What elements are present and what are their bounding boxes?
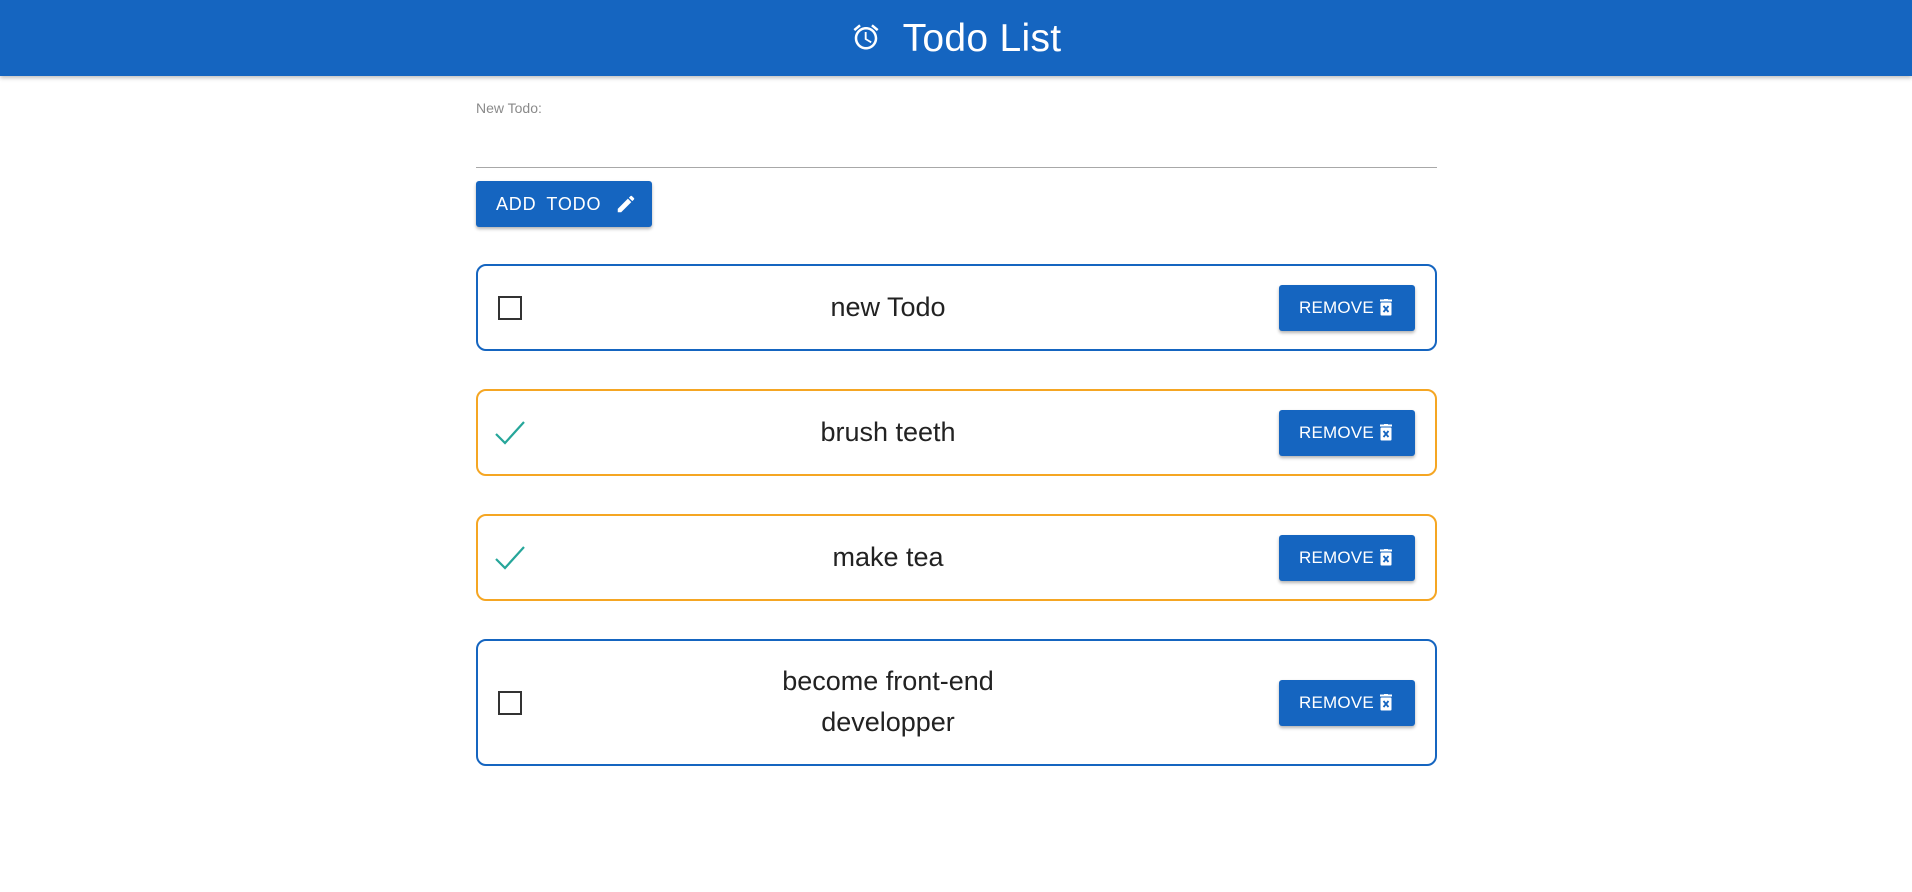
trash-icon bbox=[1379, 424, 1393, 441]
trash-icon bbox=[1379, 299, 1393, 316]
todo-item: new Todo REMOVE bbox=[476, 264, 1437, 351]
new-todo-label: New Todo: bbox=[476, 100, 542, 116]
check-icon[interactable] bbox=[494, 544, 526, 572]
trash-icon bbox=[1379, 694, 1393, 711]
new-todo-input[interactable] bbox=[476, 122, 1437, 168]
todo-item: make tea REMOVE bbox=[476, 514, 1437, 601]
page-title: Todo List bbox=[902, 16, 1062, 60]
remove-todo-button[interactable]: REMOVE bbox=[1279, 284, 1415, 331]
remove-todo-button[interactable]: REMOVE bbox=[1279, 534, 1415, 581]
todo-text: brush teeth bbox=[820, 416, 956, 447]
todo-text: make tea bbox=[832, 541, 944, 572]
check-icon[interactable] bbox=[494, 419, 526, 447]
todo-text: become front-end developper bbox=[782, 665, 994, 738]
remove-button-label: REMOVE bbox=[1299, 547, 1374, 567]
remove-button-label: REMOVE bbox=[1299, 297, 1374, 317]
alarm-clock-icon bbox=[851, 22, 881, 52]
remove-todo-button[interactable]: REMOVE bbox=[1279, 409, 1415, 456]
add-todo-button[interactable]: ADD TODO bbox=[476, 181, 652, 227]
trash-icon bbox=[1379, 549, 1393, 566]
todo-checkbox[interactable] bbox=[498, 295, 522, 320]
remove-button-label: REMOVE bbox=[1299, 692, 1374, 712]
todo-item: brush teeth REMOVE bbox=[476, 389, 1437, 476]
todo-item: become front-end developper REMOVE bbox=[476, 639, 1437, 766]
add-todo-button-label-2: TODO bbox=[546, 193, 602, 214]
remove-button-label: REMOVE bbox=[1299, 422, 1374, 442]
pencil-icon bbox=[615, 193, 637, 215]
add-todo-button-label-1: ADD bbox=[496, 193, 537, 214]
todo-text: new Todo bbox=[830, 291, 946, 322]
app-header: Todo List bbox=[0, 0, 1912, 76]
remove-todo-button[interactable]: REMOVE bbox=[1279, 679, 1415, 726]
todo-checkbox[interactable] bbox=[498, 690, 522, 715]
